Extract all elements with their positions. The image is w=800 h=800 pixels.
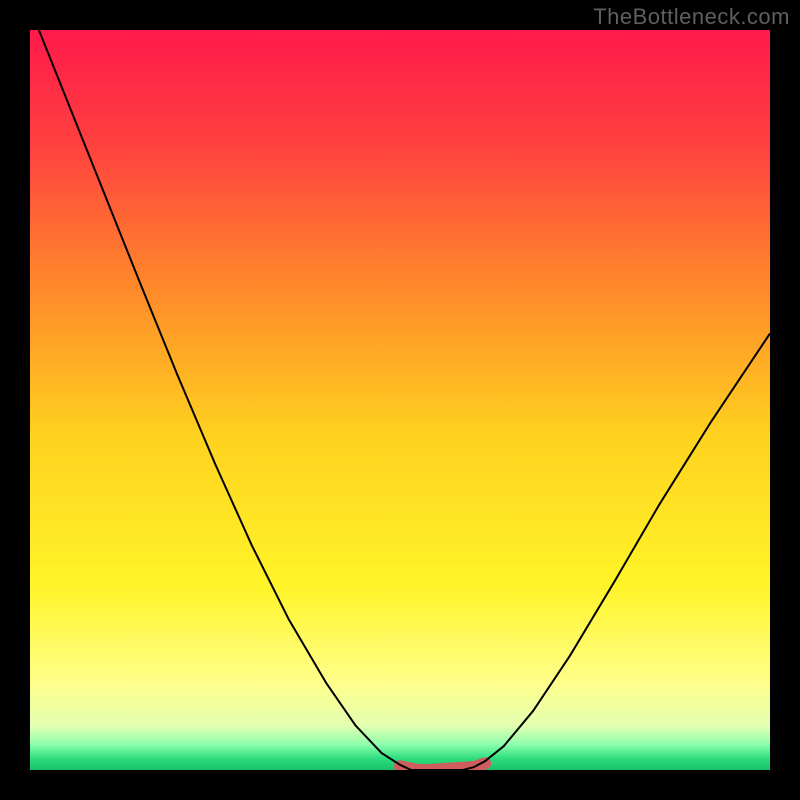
chart-frame: TheBottleneck.com [0,0,800,800]
watermark-text: TheBottleneck.com [593,4,790,30]
gradient-background [30,30,770,770]
plot-area [30,30,770,770]
chart-svg [30,30,770,770]
